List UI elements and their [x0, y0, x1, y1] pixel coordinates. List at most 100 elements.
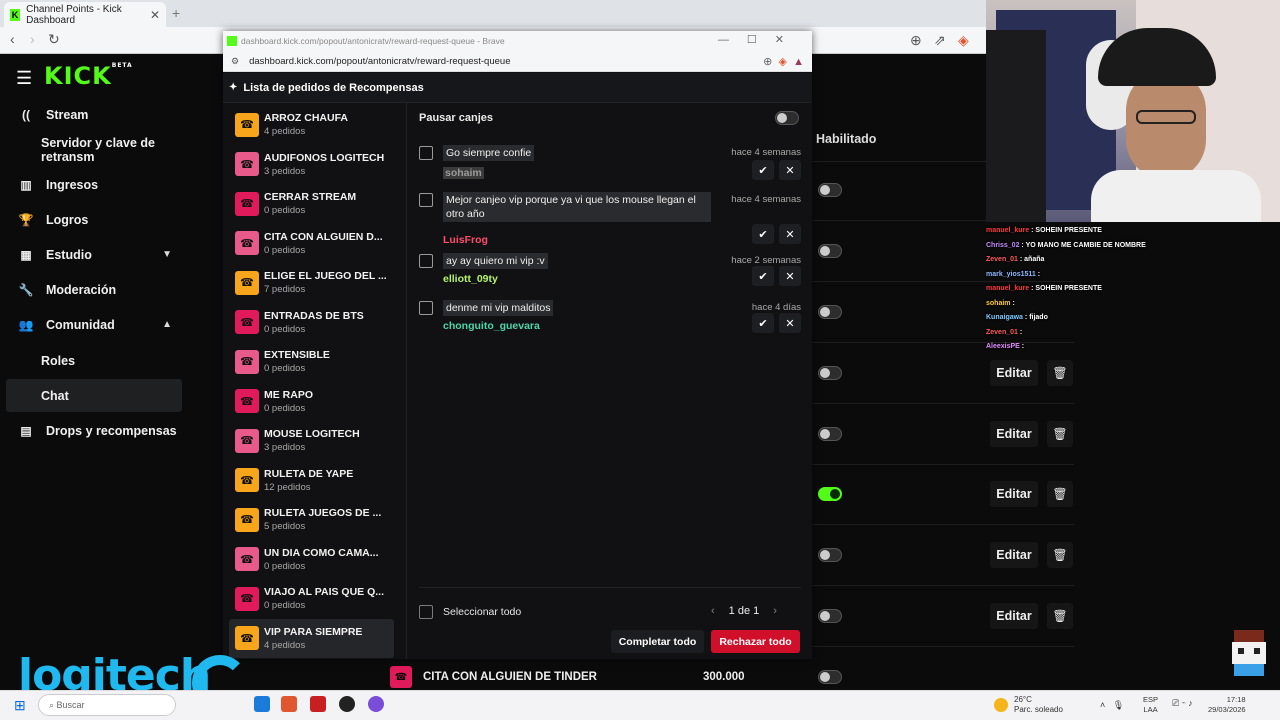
- select-all-checkbox[interactable]: [419, 605, 433, 619]
- enabled-toggle[interactable]: [818, 366, 842, 380]
- file-explorer-icon[interactable]: [254, 696, 270, 712]
- reward-list-item[interactable]: ☎ EXTENSIBLE 0 pedidos: [229, 342, 394, 382]
- approve-icon[interactable]: ✔: [752, 266, 774, 286]
- chevron-down-icon[interactable]: ▼: [162, 249, 172, 260]
- reward-list-item[interactable]: ☎ ME RAPO 0 pedidos: [229, 382, 394, 422]
- forward-icon[interactable]: ›: [30, 31, 35, 47]
- reject-icon[interactable]: ✕: [779, 224, 801, 244]
- pause-redemptions-toggle[interactable]: [775, 111, 799, 125]
- sidebar-item[interactable]: 🔧 Moderación: [6, 273, 182, 306]
- sidebar-item[interactable]: 👥 Comunidad ▲: [6, 308, 182, 341]
- sidebar-item[interactable]: Chat: [6, 379, 182, 412]
- enabled-toggle[interactable]: [818, 487, 842, 501]
- trash-icon[interactable]: 🗑: [1047, 481, 1073, 507]
- obs-icon[interactable]: [339, 696, 355, 712]
- edit-button[interactable]: Editar: [990, 360, 1038, 386]
- request-username[interactable]: LuisFrog: [443, 234, 488, 246]
- request-username[interactable]: elliott_09ty: [443, 273, 498, 285]
- brave-rewards-icon[interactable]: ▲: [793, 56, 804, 68]
- brave-browser-icon[interactable]: [281, 696, 297, 712]
- weather-widget[interactable]: 26°C Parc. soleado: [994, 695, 1063, 715]
- enabled-toggle[interactable]: [818, 427, 842, 441]
- close-icon[interactable]: ✕: [775, 34, 802, 46]
- sidebar-item[interactable]: ▥ Ingresos: [6, 168, 182, 201]
- edit-button[interactable]: Editar: [990, 421, 1038, 447]
- reward-list-item[interactable]: ☎ VIP PARA SIEMPRE 4 pedidos: [229, 618, 394, 658]
- sidebar-item[interactable]: ▤ Drops y recompensas: [6, 414, 182, 447]
- reward-list-item[interactable]: ☎ ELIGE EL JUEGO DEL ... 7 pedidos: [229, 263, 394, 303]
- edit-button[interactable]: Editar: [990, 542, 1038, 568]
- app-icon[interactable]: [310, 696, 326, 712]
- reward-list-item[interactable]: ☎ MOUSE LOGITECH 3 pedidos: [229, 421, 394, 461]
- reward-list-item[interactable]: ☎ AUDIFONOS LOGITECH 3 pedidos: [229, 145, 394, 185]
- enabled-toggle[interactable]: [818, 244, 842, 258]
- enabled-toggle[interactable]: [818, 609, 842, 623]
- next-page-icon[interactable]: ›: [773, 605, 777, 617]
- chevron-up-icon[interactable]: ˄: [1100, 700, 1105, 710]
- chevron-up-icon[interactable]: ▲: [162, 319, 172, 330]
- reject-icon[interactable]: ✕: [779, 160, 801, 180]
- back-icon[interactable]: ‹: [10, 31, 15, 47]
- reward-list-item[interactable]: ☎ CERRAR STREAM 0 pedidos: [229, 184, 394, 224]
- reward-list-item[interactable]: ☎ CITA CON ALGUIEN D... 0 pedidos: [229, 224, 394, 264]
- request-checkbox[interactable]: [419, 301, 433, 315]
- network-icon[interactable]: ⎚ ⌁ ♪: [1172, 698, 1193, 709]
- microphone-icon[interactable]: 🎙: [1113, 700, 1124, 710]
- taskbar-search[interactable]: ⌕ Buscar: [38, 694, 176, 716]
- discord-icon[interactable]: [368, 696, 384, 712]
- reward-list-item[interactable]: ☎ RULETA DE YAPE 12 pedidos: [229, 461, 394, 501]
- complete-all-button[interactable]: Completar todo: [611, 630, 704, 653]
- sidebar-item[interactable]: ▦ Estudio ▼: [6, 238, 182, 271]
- browser-tab[interactable]: K Channel Points - Kick Dashboard ✕: [4, 2, 166, 27]
- reload-icon[interactable]: ↻: [48, 31, 60, 48]
- brave-shield-icon[interactable]: ◈: [779, 56, 787, 68]
- request-username[interactable]: chonguito_guevara: [443, 320, 540, 332]
- enabled-toggle[interactable]: [818, 548, 842, 562]
- zoom-icon[interactable]: ⊕: [910, 32, 922, 49]
- clock[interactable]: 17:18 29/03/2026: [1208, 695, 1246, 715]
- approve-icon[interactable]: ✔: [752, 313, 774, 333]
- zoom-icon[interactable]: ⊕: [763, 56, 772, 68]
- approve-icon[interactable]: ✔: [752, 160, 774, 180]
- new-tab-button[interactable]: +: [172, 5, 180, 21]
- request-checkbox[interactable]: [419, 193, 433, 207]
- enabled-toggle[interactable]: [818, 305, 842, 319]
- reject-icon[interactable]: ✕: [779, 266, 801, 286]
- reward-list-item[interactable]: ☎ ARROZ CHAUFA 4 pedidos: [229, 105, 394, 145]
- tab-close-icon[interactable]: ✕: [150, 8, 160, 22]
- trash-icon[interactable]: 🗑: [1047, 421, 1073, 447]
- site-info-icon[interactable]: ⚙: [231, 56, 239, 67]
- sidebar-item[interactable]: ((Stream: [6, 98, 182, 131]
- sidebar-item[interactable]: Roles: [6, 344, 182, 377]
- minimize-icon[interactable]: —: [718, 34, 747, 46]
- reject-icon[interactable]: ✕: [779, 313, 801, 333]
- reward-list-item[interactable]: ☎ ENTRADAS DE BTS 0 pedidos: [229, 303, 394, 343]
- trash-icon[interactable]: 🗑: [1047, 542, 1073, 568]
- reject-all-button[interactable]: Rechazar todo: [711, 630, 800, 653]
- reward-list-item[interactable]: ☎ UN DIA COMO CAMA... 0 pedidos: [229, 540, 394, 580]
- brave-shield-icon[interactable]: ◈: [958, 32, 969, 49]
- hamburger-icon[interactable]: ☰: [16, 68, 32, 89]
- request-username[interactable]: sohaim: [443, 167, 484, 179]
- approve-icon[interactable]: ✔: [752, 224, 774, 244]
- share-icon[interactable]: ⇗: [934, 32, 946, 49]
- popup-addressbar[interactable]: ⚙ dashboard.kick.com/popout/antonicratv/…: [223, 51, 812, 72]
- windows-start-icon[interactable]: ⊞: [14, 697, 26, 714]
- reward-list-item[interactable]: ☎ RULETA JUEGOS DE ... 5 pedidos: [229, 500, 394, 540]
- enabled-toggle[interactable]: [818, 183, 842, 197]
- prev-page-icon[interactable]: ‹: [711, 605, 715, 617]
- trash-icon[interactable]: 🗑: [1047, 603, 1073, 629]
- sidebar-item[interactable]: 🏆 Logros: [6, 203, 182, 236]
- maximize-icon[interactable]: ☐: [747, 34, 775, 46]
- system-tray[interactable]: ˄ 🎙: [1100, 700, 1124, 711]
- kick-logo[interactable]: KICKBETA: [44, 62, 133, 90]
- language-indicator[interactable]: ESP LAA: [1143, 695, 1158, 715]
- edit-button[interactable]: Editar: [990, 481, 1038, 507]
- request-checkbox[interactable]: [419, 254, 433, 268]
- trash-icon[interactable]: 🗑: [1047, 360, 1073, 386]
- reward-list-item[interactable]: ☎ VIAJO AL PAIS QUE Q... 0 pedidos: [229, 579, 394, 619]
- sidebar-item[interactable]: Servidor y clave de retransm: [6, 133, 182, 166]
- request-checkbox[interactable]: [419, 146, 433, 160]
- window-controls[interactable]: —☐✕: [718, 33, 802, 46]
- edit-button[interactable]: Editar: [990, 603, 1038, 629]
